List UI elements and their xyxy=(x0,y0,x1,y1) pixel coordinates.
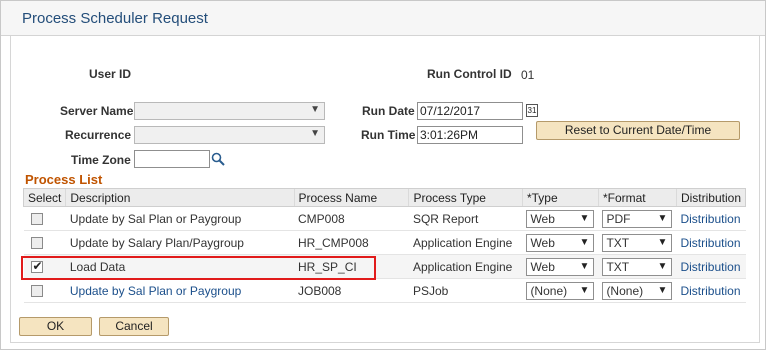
column-header: Select xyxy=(22,188,66,207)
run-date-label: Run Date xyxy=(362,104,415,118)
format-select[interactable]: (None) ▼ xyxy=(602,281,673,300)
process-name-cell: HR_CMP008 xyxy=(294,230,409,255)
distribution-link[interactable]: Distribution xyxy=(680,212,740,226)
chevron-down-icon: ▼ xyxy=(310,104,320,115)
distribution-link[interactable]: Distribution xyxy=(680,236,740,250)
column-header: Distribution xyxy=(675,188,747,207)
user-id-label: User ID xyxy=(89,67,132,81)
format-select-value: (None) xyxy=(606,283,644,298)
server-name-label: Server Name xyxy=(60,104,134,118)
chevron-down-icon: ▼ xyxy=(657,260,668,272)
chevron-down-icon: ▼ xyxy=(657,212,668,224)
column-header: Description xyxy=(65,188,294,207)
table-row: Update by Sal Plan or Paygroup CMP008 SQ… xyxy=(23,206,746,231)
format-select-value: TXT xyxy=(606,259,630,274)
select-checkbox[interactable] xyxy=(30,237,43,250)
chevron-down-icon: ▼ xyxy=(657,284,668,296)
column-header: Process Type xyxy=(408,188,523,207)
highlight-box xyxy=(21,256,376,280)
title-bar: Process Scheduler Request xyxy=(1,1,765,36)
page-title: Process Scheduler Request xyxy=(22,10,208,27)
chevron-down-icon: ▼ xyxy=(579,236,590,248)
type-select-value: Web xyxy=(530,235,555,250)
run-time-input[interactable]: 3:01:26PM xyxy=(417,126,523,144)
format-select-value: PDF xyxy=(606,211,631,226)
process-type-cell: Application Engine xyxy=(408,230,523,255)
type-select[interactable]: Web ▼ xyxy=(526,257,595,276)
process-type-cell: PSJob xyxy=(408,278,523,303)
type-select-value: Web xyxy=(530,259,555,274)
format-select[interactable]: PDF ▼ xyxy=(602,209,673,228)
run-control-id-label: Run Control ID xyxy=(427,67,512,81)
recurrence-select[interactable]: ▼ xyxy=(134,126,325,144)
column-header: *Type xyxy=(521,188,599,207)
server-name-select[interactable]: ▼ xyxy=(134,102,325,120)
run-control-id-value: 01 xyxy=(521,68,535,82)
process-list-title: Process List xyxy=(25,172,103,187)
chevron-down-icon: ▼ xyxy=(579,212,590,224)
process-list-table: Select Description Process Name Process … xyxy=(22,188,747,303)
process-type-cell: SQR Report xyxy=(408,206,523,231)
process-name-cell: CMP008 xyxy=(294,206,409,231)
ok-button[interactable]: OK xyxy=(19,317,92,336)
time-zone-input[interactable] xyxy=(134,150,210,168)
cancel-button[interactable]: Cancel xyxy=(99,317,169,336)
table-row: Update by Salary Plan/Paygroup HR_CMP008… xyxy=(23,230,746,255)
chevron-down-icon: ▼ xyxy=(310,128,320,139)
type-select[interactable]: Web ▼ xyxy=(526,233,595,252)
recurrence-label: Recurrence xyxy=(65,128,132,142)
process-scheduler-dialog: Process Scheduler Request User ID Run Co… xyxy=(0,0,766,350)
column-header: Process Name xyxy=(293,188,409,207)
table-row: Update by Sal Plan or Paygroup JOB008 PS… xyxy=(23,278,746,303)
select-checkbox[interactable] xyxy=(30,285,43,298)
process-name-cell: JOB008 xyxy=(294,278,409,303)
chevron-down-icon: ▼ xyxy=(579,284,590,296)
description-cell: Update by Sal Plan or Paygroup xyxy=(65,206,294,231)
chevron-down-icon: ▼ xyxy=(657,236,668,248)
chevron-down-icon: ▼ xyxy=(579,260,590,272)
description-link[interactable]: Update by Sal Plan or Paygroup xyxy=(70,284,241,298)
type-select-value: (None) xyxy=(530,283,568,298)
distribution-link[interactable]: Distribution xyxy=(680,284,740,298)
format-select-value: TXT xyxy=(606,235,630,250)
type-select[interactable]: (None) ▼ xyxy=(526,281,595,300)
run-time-label: Run Time xyxy=(361,128,416,142)
process-type-cell: Application Engine xyxy=(408,254,523,279)
distribution-link[interactable]: Distribution xyxy=(680,260,740,274)
description-cell: Update by Salary Plan/Paygroup xyxy=(65,230,294,255)
column-header: *Format xyxy=(597,188,677,207)
time-zone-label: Time Zone xyxy=(71,153,131,167)
reset-date-time-button[interactable]: Reset to Current Date/Time xyxy=(536,121,740,140)
type-select-value: Web xyxy=(530,211,555,226)
format-select[interactable]: TXT ▼ xyxy=(602,233,673,252)
format-select[interactable]: TXT ▼ xyxy=(602,257,673,276)
type-select[interactable]: Web ▼ xyxy=(526,209,595,228)
run-date-input[interactable]: 07/12/2017 xyxy=(417,102,523,120)
select-checkbox[interactable] xyxy=(30,213,43,226)
calendar-icon[interactable]: 31 xyxy=(526,104,538,117)
search-icon[interactable] xyxy=(211,152,225,166)
